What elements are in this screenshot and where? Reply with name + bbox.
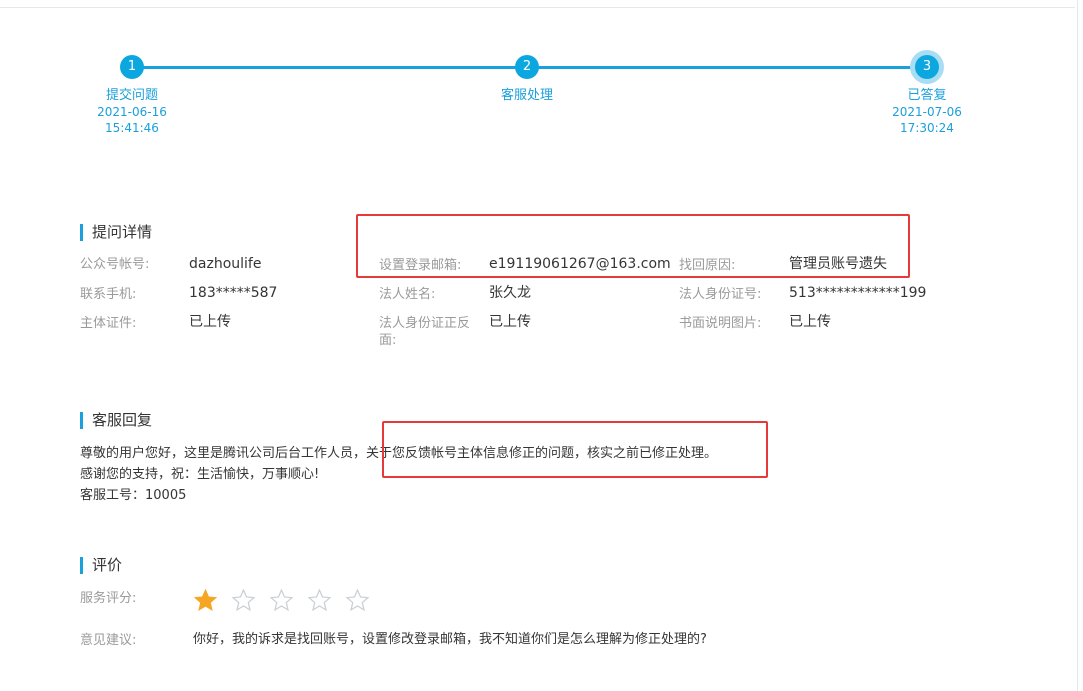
reply-highlight-box (382, 421, 768, 478)
star-3-icon[interactable] (269, 588, 294, 613)
email-highlight-box (356, 214, 910, 278)
step-3-circle: 3 (915, 55, 939, 79)
step-3-time: 17:30:24 (900, 121, 954, 135)
step-1-info: 提交问题 2021-06-16 15:41:46 (62, 87, 202, 136)
step-3-date: 2021-07-06 (892, 105, 962, 119)
entity-certificate-value: 已上传 (189, 314, 231, 330)
contact-phone-value: 183*****587 (189, 285, 278, 301)
service-score-label: 服务评分: (80, 591, 137, 606)
star-4-icon[interactable] (307, 588, 332, 613)
star-5-icon[interactable] (345, 588, 370, 613)
official-account-value: dazhoulife (189, 256, 262, 272)
contact-phone-label: 联系手机: (80, 287, 137, 302)
official-account-label: 公众号帐号: (80, 257, 150, 272)
legal-person-name-label: 法人姓名: (379, 287, 436, 302)
step-1-date: 2021-06-16 (97, 105, 167, 119)
step-1-circle: 1 (120, 55, 144, 79)
step-3-info: 已答复 2021-07-06 17:30:24 (857, 87, 997, 136)
step-1-label: 提交问题 (105, 88, 158, 103)
right-divider (1077, 0, 1078, 691)
legal-person-id-value: 513************199 (789, 285, 927, 301)
id-card-photos-label: 法人身份证正反面: (379, 316, 471, 348)
reply-line-2: 感谢您的支持，祝：生活愉快，万事顺心! (80, 467, 320, 482)
reply-greeting: 尊敬的用户您好，这里是腾讯公司后台工作人员， (80, 446, 367, 461)
written-statement-label: 书面说明图片: (679, 316, 762, 331)
step-2-label: 客服处理 (500, 88, 553, 103)
rating-stars (193, 588, 370, 613)
feedback-label: 意见建议: (80, 633, 137, 648)
reply-agent-id: 客服工号：10005 (80, 488, 187, 503)
feedback-text: 你好，我的诉求是找回账号，设置修改登录邮箱，我不知道你们是怎么理解为修正处理的? (193, 632, 707, 647)
id-card-photos-value: 已上传 (489, 314, 531, 330)
legal-person-id-label: 法人身份证号: (679, 287, 762, 302)
written-statement-value: 已上传 (789, 314, 831, 330)
details-section-title: 提问详情 (80, 224, 152, 241)
step-1-time: 15:41:46 (105, 121, 159, 135)
step-2-info: 客服处理 (457, 87, 597, 104)
step-3-label: 已答复 (907, 88, 947, 103)
legal-person-name-value: 张久龙 (489, 285, 531, 301)
step-2-circle: 2 (515, 55, 539, 79)
star-2-icon[interactable] (231, 588, 256, 613)
entity-certificate-label: 主体证件: (80, 316, 137, 331)
star-1-icon[interactable] (193, 588, 218, 613)
top-divider (0, 7, 1075, 8)
reply-section-title: 客服回复 (80, 412, 152, 429)
rating-section-title: 评价 (80, 557, 122, 574)
